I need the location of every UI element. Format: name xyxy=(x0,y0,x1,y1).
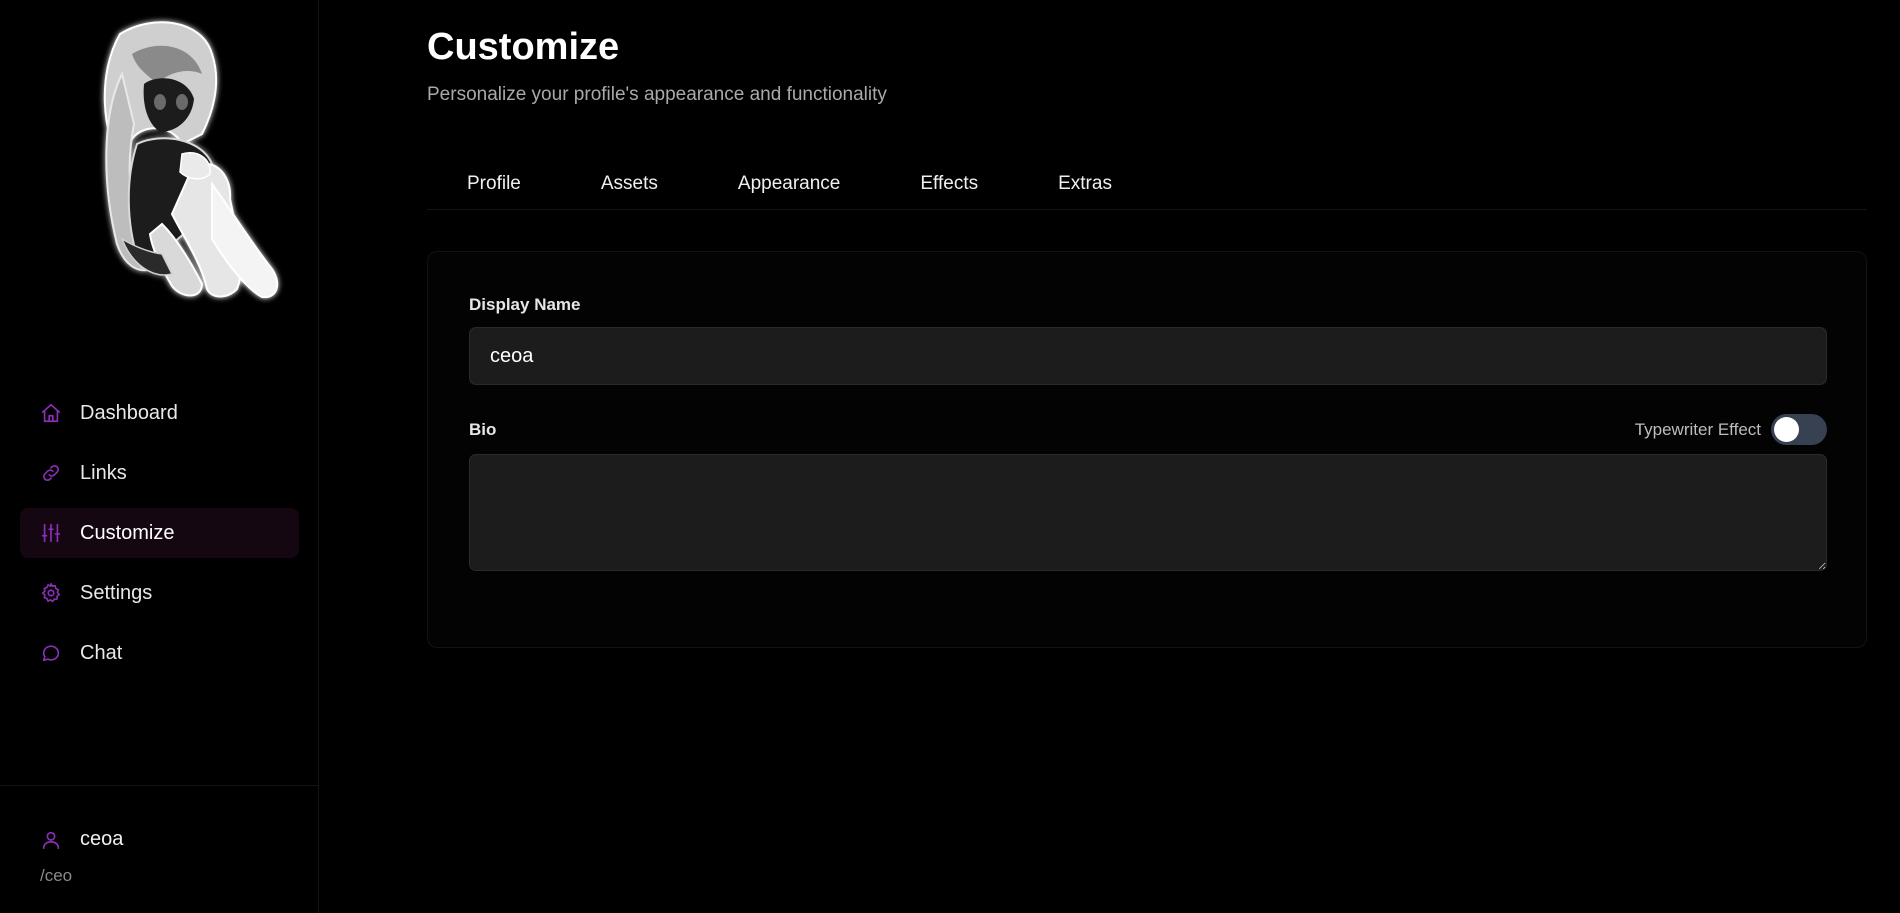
display-name-input[interactable] xyxy=(469,327,1827,385)
page-subtitle: Personalize your profile's appearance an… xyxy=(427,84,887,105)
tab-appearance[interactable]: Appearance xyxy=(698,162,880,206)
typewriter-effect-toggle[interactable] xyxy=(1771,414,1827,445)
sidebar-item-label: Customize xyxy=(80,521,175,544)
typewriter-effect-row: Typewriter Effect xyxy=(1635,414,1827,445)
user-profile-link[interactable]: ceoa xyxy=(40,828,123,851)
sidebar-item-label: Links xyxy=(80,461,127,484)
tab-assets[interactable]: Assets xyxy=(561,162,698,206)
toggle-knob xyxy=(1774,417,1799,442)
sidebar-item-chat[interactable]: Chat xyxy=(20,628,299,678)
sidebar-user-panel: ceoa /ceo xyxy=(0,785,318,913)
user-icon xyxy=(40,829,62,851)
avatar-illustration xyxy=(103,21,279,299)
tab-effects[interactable]: Effects xyxy=(880,162,1018,206)
bio-label: Bio xyxy=(469,420,497,439)
link-icon xyxy=(40,462,62,484)
display-name-label: Display Name xyxy=(469,295,581,314)
sidebar-item-label: Settings xyxy=(80,581,153,604)
sidebar-item-settings[interactable]: Settings xyxy=(20,568,299,618)
sidebar-nav: Dashboard Links Customize Settings Chat xyxy=(20,388,299,688)
tab-extras[interactable]: Extras xyxy=(1018,162,1152,206)
gear-icon xyxy=(40,582,62,604)
user-name: ceoa xyxy=(80,828,124,850)
home-icon xyxy=(40,402,62,424)
tab-profile[interactable]: Profile xyxy=(427,162,561,206)
sidebar-item-label: Dashboard xyxy=(80,401,178,424)
typewriter-effect-label: Typewriter Effect xyxy=(1634,419,1761,439)
profile-form-card: Display Name Bio Typewriter Effect xyxy=(427,251,1867,648)
sliders-icon xyxy=(40,522,62,544)
tab-bar: Profile Assets Appearance Effects Extras xyxy=(427,158,1867,210)
bio-textarea[interactable] xyxy=(469,454,1827,571)
sidebar-item-label: Chat xyxy=(80,641,123,664)
page-title: Customize xyxy=(427,26,620,68)
chat-icon xyxy=(40,642,62,664)
user-handle: /ceo xyxy=(40,866,73,885)
sidebar: Dashboard Links Customize Settings Chat … xyxy=(0,0,319,913)
sidebar-item-customize[interactable]: Customize xyxy=(20,508,299,558)
sidebar-item-links[interactable]: Links xyxy=(20,448,299,498)
sidebar-item-dashboard[interactable]: Dashboard xyxy=(20,388,299,438)
